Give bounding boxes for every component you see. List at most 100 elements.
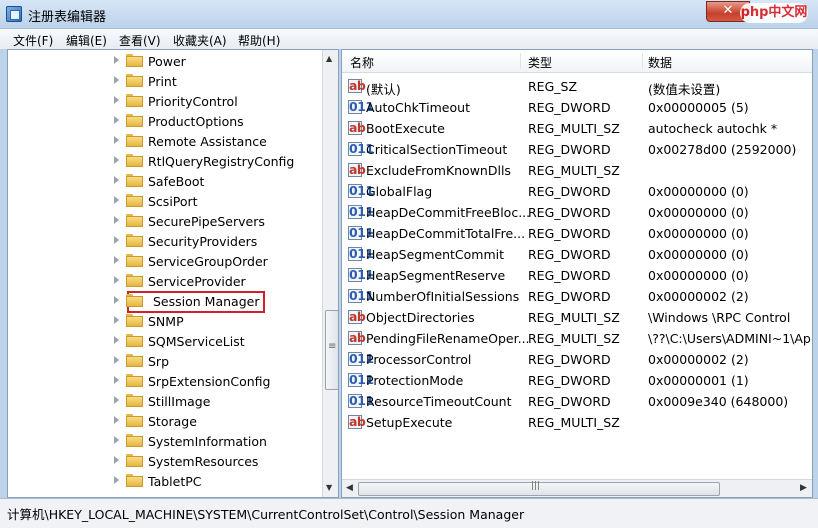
tree-item[interactable]: Srp bbox=[8, 351, 318, 371]
header-type[interactable]: 类型 bbox=[528, 54, 552, 71]
horizontal-scrollbar[interactable]: ◀ ▶ bbox=[342, 479, 812, 497]
expand-arrow-icon[interactable] bbox=[114, 56, 119, 64]
binary-value-icon: 011 bbox=[348, 204, 374, 219]
expand-arrow-icon[interactable] bbox=[114, 316, 119, 324]
menu-help[interactable]: 帮助(H) bbox=[238, 32, 280, 49]
value-type: REG_MULTI_SZ bbox=[528, 331, 620, 346]
list-item[interactable]: 011 CriticalSectionTimeout REG_DWORD 0x0027… bbox=[342, 139, 812, 160]
tree-item[interactable]: ProductOptions bbox=[8, 111, 318, 131]
list-item[interactable]: ab SetupExecute REG_MULTI_SZ bbox=[342, 412, 812, 433]
expand-arrow-icon[interactable] bbox=[114, 296, 119, 304]
expand-arrow-icon[interactable] bbox=[114, 156, 119, 164]
string-value-icon: ab bbox=[348, 78, 366, 93]
folder-icon bbox=[126, 194, 144, 207]
tree-item[interactable]: SystemInformation bbox=[8, 431, 318, 451]
tree-item[interactable]: PriorityControl bbox=[8, 91, 318, 111]
list-item[interactable]: ab ObjectDirectories REG_MULTI_SZ \Windows … bbox=[342, 307, 812, 328]
string-value-icon: ab bbox=[348, 330, 366, 345]
value-name: HeapSegmentCommit bbox=[366, 247, 505, 262]
tree-item[interactable]: Power bbox=[8, 51, 318, 71]
scroll-left-icon[interactable]: ◀ bbox=[346, 483, 353, 493]
list-item[interactable]: ab (默认) REG_SZ (数值未设置) bbox=[342, 76, 812, 97]
list-item[interactable]: ab ExcludeFromKnownDlls REG_MULTI_SZ bbox=[342, 160, 812, 181]
menu-view[interactable]: 查看(V) bbox=[119, 32, 161, 49]
list-item[interactable]: ab PendingFileRenameOper... REG_MULTI_SZ \?… bbox=[342, 328, 812, 349]
list-item[interactable]: 011 NumberOfInitialSessions REG_DWORD 0x000… bbox=[342, 286, 812, 307]
tree-item[interactable]: SecurePipeServers bbox=[8, 211, 318, 231]
folder-icon bbox=[126, 154, 144, 167]
tree-item[interactable]: Print bbox=[8, 71, 318, 91]
registry-tree[interactable]: Power Print PriorityControl ProductOptions R… bbox=[7, 49, 339, 498]
list-item[interactable]: 011 ResourceTimeoutCount REG_DWORD 0x0009e3… bbox=[342, 391, 812, 412]
tree-item-label: ServiceGroupOrder bbox=[148, 254, 268, 269]
expand-arrow-icon[interactable] bbox=[114, 356, 119, 364]
value-name: ProcessorControl bbox=[366, 352, 472, 367]
expand-arrow-icon[interactable] bbox=[114, 96, 119, 104]
expand-arrow-icon[interactable] bbox=[114, 416, 119, 424]
tree-item[interactable]: Session Manager bbox=[8, 291, 318, 313]
regedit-app-icon bbox=[6, 6, 22, 22]
tree-item[interactable]: StillImage bbox=[8, 391, 318, 411]
list-item[interactable]: 011 HeapSegmentReserve REG_DWORD 0x00000000… bbox=[342, 265, 812, 286]
list-item[interactable]: 011 HeapDeCommitFreeBloc... REG_DWORD 0x000… bbox=[342, 202, 812, 223]
list-item[interactable]: 011 ProtectionMode REG_DWORD 0x00000001 (1) bbox=[342, 370, 812, 391]
scroll-right-icon[interactable]: ▶ bbox=[800, 483, 807, 493]
folder-icon bbox=[126, 434, 144, 447]
tree-item[interactable]: SystemResources bbox=[8, 451, 318, 471]
expand-arrow-icon[interactable] bbox=[114, 276, 119, 284]
value-type: REG_DWORD bbox=[528, 205, 611, 220]
tree-item[interactable]: ScsiPort bbox=[8, 191, 318, 211]
list-item[interactable]: ab BootExecute REG_MULTI_SZ autocheck autoc… bbox=[342, 118, 812, 139]
scroll-thumb[interactable] bbox=[358, 481, 720, 496]
tree-item[interactable]: ServiceGroupOrder bbox=[8, 251, 318, 271]
expand-arrow-icon[interactable] bbox=[114, 236, 119, 244]
header-data[interactable]: 数据 bbox=[648, 54, 672, 71]
tree-item[interactable]: RtlQueryRegistryConfig bbox=[8, 151, 318, 171]
expand-arrow-icon[interactable] bbox=[114, 196, 119, 204]
string-value-icon: ab bbox=[348, 162, 366, 177]
menu-file[interactable]: 文件(F) bbox=[13, 32, 53, 49]
list-item[interactable]: 011 GlobalFlag REG_DWORD 0x00000000 (0) bbox=[342, 181, 812, 202]
values-list[interactable]: 名称 类型 数据 ◀ ▶ ab(默认)REG_SZ(数值未设置)011AutoC… bbox=[341, 49, 813, 498]
scroll-up-icon[interactable]: ▲ bbox=[326, 54, 332, 63]
value-data: 0x00000001 (1) bbox=[648, 373, 749, 388]
value-name: HeapDeCommitFreeBloc... bbox=[366, 205, 531, 220]
vertical-scrollbar[interactable]: ▲▼ bbox=[322, 50, 338, 497]
folder-icon bbox=[126, 274, 144, 287]
list-item[interactable]: 011 HeapDeCommitTotalFre... REG_DWORD 0x000… bbox=[342, 223, 812, 244]
expand-arrow-icon[interactable] bbox=[114, 396, 119, 404]
list-item[interactable]: 011 AutoChkTimeout REG_DWORD 0x00000005 (5) bbox=[342, 97, 812, 118]
menu-edit[interactable]: 编辑(E) bbox=[66, 32, 107, 49]
expand-arrow-icon[interactable] bbox=[114, 336, 119, 344]
expand-arrow-icon[interactable] bbox=[114, 256, 119, 264]
expand-arrow-icon[interactable] bbox=[114, 456, 119, 464]
tree-item[interactable]: TabletPC bbox=[8, 471, 318, 491]
tree-item[interactable]: SNMP bbox=[8, 311, 318, 331]
tree-item[interactable]: SafeBoot bbox=[8, 171, 318, 191]
tree-item[interactable]: ServiceProvider bbox=[8, 271, 318, 291]
expand-arrow-icon[interactable] bbox=[114, 376, 119, 384]
expand-arrow-icon[interactable] bbox=[114, 436, 119, 444]
scroll-thumb[interactable] bbox=[325, 310, 338, 390]
scroll-down-icon[interactable]: ▼ bbox=[326, 483, 332, 492]
title-bar: 注册表编辑器 ✕ php中文网 bbox=[0, 0, 818, 28]
column-divider[interactable] bbox=[642, 53, 643, 69]
list-item[interactable]: 011 ProcessorControl REG_DWORD 0x00000002 (… bbox=[342, 349, 812, 370]
expand-arrow-icon[interactable] bbox=[114, 116, 119, 124]
expand-arrow-icon[interactable] bbox=[114, 476, 119, 484]
column-divider[interactable] bbox=[520, 53, 521, 69]
tree-item[interactable]: Remote Assistance bbox=[8, 131, 318, 151]
value-name: ObjectDirectories bbox=[366, 310, 475, 325]
expand-arrow-icon[interactable] bbox=[114, 76, 119, 84]
tree-item-label: ServiceProvider bbox=[148, 274, 246, 289]
tree-item[interactable]: SecurityProviders bbox=[8, 231, 318, 251]
expand-arrow-icon[interactable] bbox=[114, 216, 119, 224]
expand-arrow-icon[interactable] bbox=[114, 176, 119, 184]
tree-item[interactable]: SrpExtensionConfig bbox=[8, 371, 318, 391]
menu-favorites[interactable]: 收藏夹(A) bbox=[173, 32, 227, 49]
tree-item[interactable]: Storage bbox=[8, 411, 318, 431]
expand-arrow-icon[interactable] bbox=[114, 136, 119, 144]
header-name[interactable]: 名称 bbox=[350, 54, 374, 71]
list-item[interactable]: 011 HeapSegmentCommit REG_DWORD 0x00000000 … bbox=[342, 244, 812, 265]
tree-item[interactable]: SQMServiceList bbox=[8, 331, 318, 351]
